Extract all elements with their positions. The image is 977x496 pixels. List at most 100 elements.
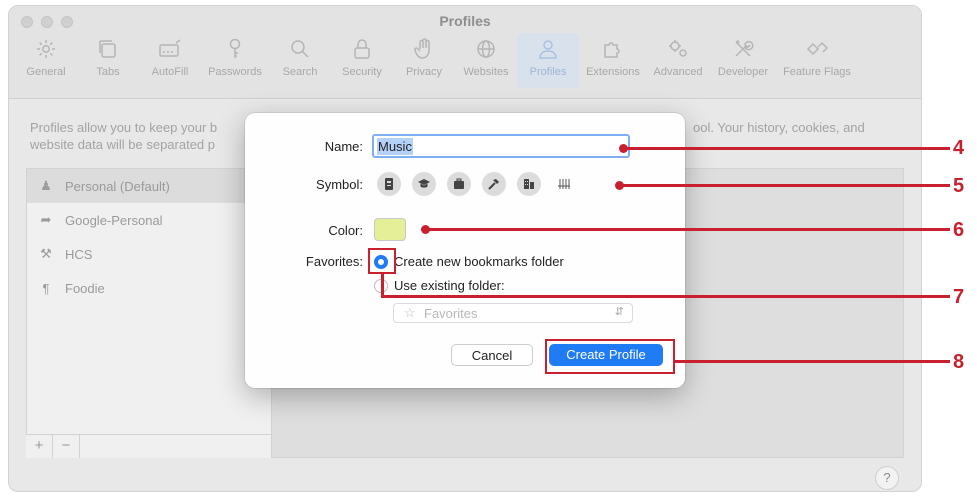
lock-icon <box>354 39 370 59</box>
list-item-label: HCS <box>65 246 93 262</box>
help-button[interactable]: ? <box>875 466 899 490</box>
music-stand-icon <box>558 179 570 189</box>
tab-autofill[interactable]: AutoFill <box>139 33 201 88</box>
magnifier-icon <box>291 40 309 58</box>
list-item-label: Personal (Default) <box>65 178 170 194</box>
intro-line-1-end: ool. Your history, cookies, and <box>693 120 865 135</box>
symbol-option[interactable] <box>517 172 541 196</box>
tab-label: Privacy <box>405 66 443 78</box>
annotation-number: 5 <box>953 175 965 197</box>
flags-icon <box>806 41 829 56</box>
list-item[interactable]: ¶ Foodie <box>27 271 272 305</box>
annotation-number: 7 <box>953 286 965 308</box>
annotation-line <box>381 295 950 298</box>
tab-label: Tabs <box>96 66 120 78</box>
tab-profiles[interactable]: Profiles <box>517 33 579 88</box>
star-icon: ☆ <box>404 305 416 320</box>
hammer-icon <box>488 179 499 190</box>
remove-profile-button[interactable]: − <box>53 435 80 458</box>
list-item[interactable]: ♟ Personal (Default) <box>27 169 272 203</box>
key-icon <box>229 38 241 58</box>
tab-developer[interactable]: Developer <box>709 33 777 88</box>
intro-line-1-start: Profiles allow you to keep your b <box>30 120 218 135</box>
tab-general[interactable]: General <box>15 33 77 88</box>
symbol-option[interactable] <box>377 172 401 196</box>
option-create-new-label: Create new bookmarks folder <box>394 254 564 269</box>
tab-label: Advanced <box>653 66 703 78</box>
name-label: Name: <box>324 139 363 154</box>
chevron-updown-icon: ⇵ <box>614 306 624 318</box>
graduation-cap-icon <box>418 179 430 188</box>
tab-label: Search <box>282 66 318 78</box>
list-item[interactable]: ⚒ HCS <box>27 237 272 271</box>
color-well[interactable] <box>374 218 406 241</box>
symbol-label: Symbol: <box>316 177 363 192</box>
tab-label: Websites <box>463 66 509 78</box>
person-icon: ♟ <box>40 178 52 193</box>
gears-icon <box>669 40 687 57</box>
add-profile-button[interactable]: + <box>26 435 53 458</box>
annotation-line <box>619 184 950 187</box>
name-field[interactable]: Music <box>372 134 630 158</box>
symbol-option[interactable] <box>412 172 436 196</box>
title-bar: Profiles General Tabs AutoFill Passwords… <box>9 6 921 99</box>
tab-label: Security <box>342 66 382 78</box>
tab-label: AutoFill <box>151 66 189 78</box>
globe-icon <box>477 40 495 58</box>
tab-search[interactable]: Search <box>269 33 331 88</box>
cancel-button[interactable]: Cancel <box>451 344 533 366</box>
tab-label: General <box>26 66 66 78</box>
tab-websites[interactable]: Websites <box>455 33 517 88</box>
list-item[interactable]: ➦ Google-Personal <box>27 203 272 237</box>
id-badge-icon <box>385 178 393 190</box>
person-icon <box>539 40 557 59</box>
list-item-label: Google-Personal <box>65 212 163 228</box>
tab-feature-flags[interactable]: Feature Flags <box>777 33 857 88</box>
tab-extensions[interactable]: Extensions <box>579 33 647 88</box>
option-existing-label: Use existing folder: <box>394 278 505 293</box>
annotation-box <box>545 339 675 374</box>
color-label: Color: <box>328 223 363 238</box>
profiles-list: ♟ Personal (Default) ➦ Google-Personal ⚒… <box>26 168 273 458</box>
tab-passwords[interactable]: Passwords <box>201 33 269 88</box>
settings-toolbar: General Tabs AutoFill Passwords Search S… <box>15 33 857 88</box>
tab-security[interactable]: Security <box>331 33 393 88</box>
list-item-label: Foodie <box>65 280 105 296</box>
symbol-option[interactable] <box>482 172 506 196</box>
window-title: Profiles <box>439 13 491 29</box>
briefcase-icon <box>454 178 464 189</box>
symbol-option[interactable] <box>447 172 471 196</box>
annotation-line <box>623 147 950 150</box>
tab-privacy[interactable]: Privacy <box>393 33 455 88</box>
tab-tabs[interactable]: Tabs <box>77 33 139 88</box>
fork-knife-icon: ¶ <box>42 280 50 296</box>
puzzle-icon <box>604 42 620 58</box>
folder-popup[interactable]: ☆ Favorites ⇵ <box>393 303 633 323</box>
favorites-label: Favorites: <box>305 254 363 269</box>
name-field-value: Music <box>377 138 413 155</box>
tab-label: Passwords <box>208 66 262 78</box>
annotation-line <box>675 360 950 363</box>
tools-icon <box>735 39 754 57</box>
annotation-number: 6 <box>953 219 965 241</box>
tools-icon: ⚒ <box>40 246 52 261</box>
symbol-picker <box>377 172 576 196</box>
tab-label: Feature Flags <box>783 66 851 78</box>
tab-label: Profiles <box>529 66 567 78</box>
tab-label: Extensions <box>586 66 640 78</box>
gear-icon <box>37 40 55 58</box>
rocket-icon: ➦ <box>40 212 52 227</box>
folder-popup-value: Favorites <box>424 306 478 321</box>
building-icon <box>524 179 534 189</box>
tab-advanced[interactable]: Advanced <box>647 33 709 88</box>
list-add-remove-bar: + − <box>26 434 273 458</box>
annotation-number: 8 <box>953 351 965 373</box>
annotation-line <box>425 228 950 231</box>
tab-label: Developer <box>717 66 769 78</box>
symbol-option[interactable] <box>552 172 576 196</box>
annotation-box <box>368 248 396 274</box>
hand-icon <box>414 38 430 59</box>
annotation-number: 4 <box>953 137 965 159</box>
autofill-icon <box>159 39 181 57</box>
tabs-icon <box>99 40 116 58</box>
